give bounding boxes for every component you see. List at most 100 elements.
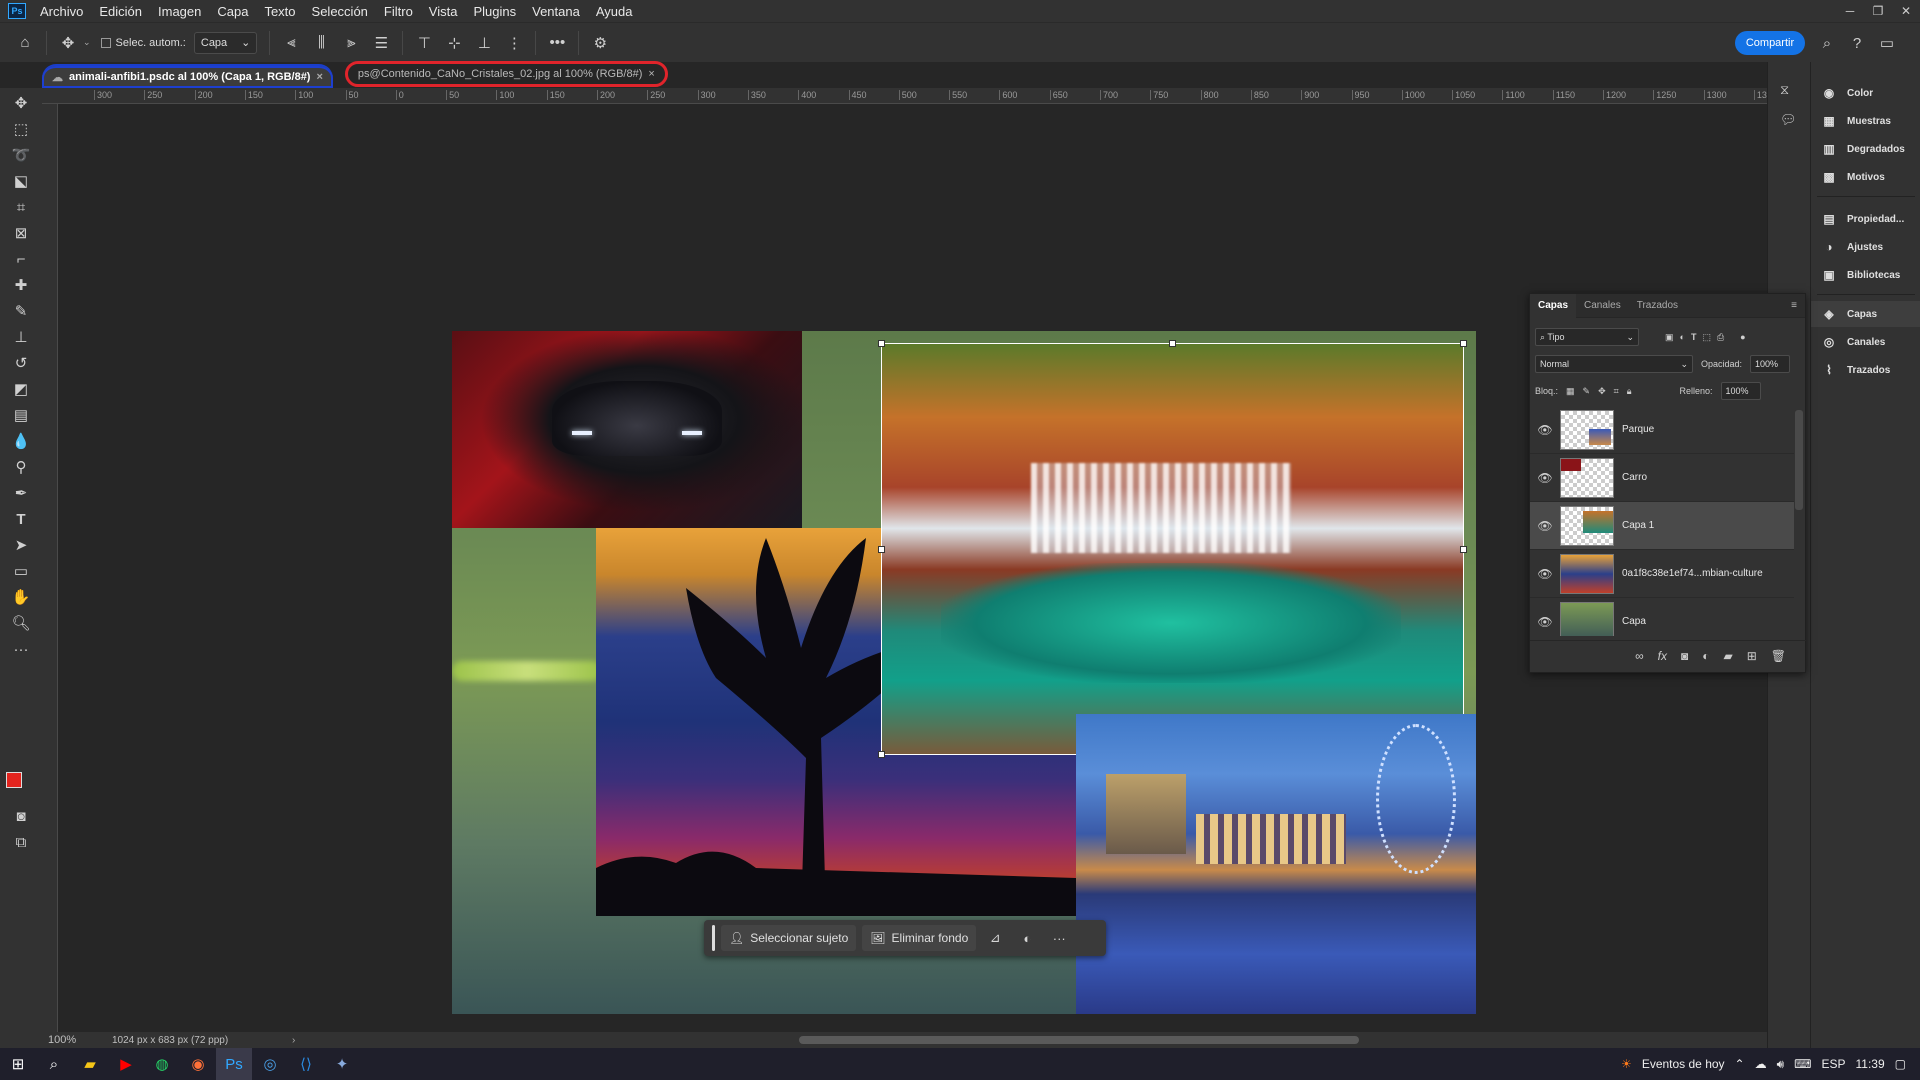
distribute-vertical-icon[interactable]: ⋮: [499, 30, 529, 56]
new-group-icon[interactable]: ▰: [1723, 649, 1732, 663]
menu-seleccion[interactable]: Selección: [304, 4, 376, 19]
screen-mode-icon[interactable]: ⧉: [6, 829, 36, 855]
transform-handle[interactable]: [878, 340, 885, 347]
layers-scrollbar[interactable]: [1795, 410, 1803, 510]
adjustment-icon[interactable]: ◐: [1014, 925, 1040, 951]
history-icon[interactable]: ⧖: [1780, 82, 1789, 98]
move-tool-preset-icon[interactable]: ✥: [53, 30, 83, 56]
chevron-down-icon[interactable]: ⌄: [83, 37, 91, 48]
stamp-tool-icon[interactable]: ⊥: [6, 324, 36, 350]
select-subject-button[interactable]: 👤︎ Seleccionar sujeto: [721, 925, 857, 951]
panel-layers[interactable]: ◈ Capas: [1811, 301, 1920, 327]
lock-image-icon[interactable]: ✎: [1583, 386, 1591, 397]
type-tool-icon[interactable]: T: [6, 506, 36, 532]
lock-all-icon[interactable]: 🔒︎: [1627, 386, 1632, 397]
filter-smart-object-icon[interactable]: ⎙: [1717, 332, 1724, 343]
align-right-icon[interactable]: ⫸: [336, 30, 366, 56]
browser-icon[interactable]: ◎: [252, 1048, 288, 1080]
workspace-icon[interactable]: ▭: [1872, 30, 1902, 56]
file-explorer-icon[interactable]: ▰: [72, 1048, 108, 1080]
more-options-icon[interactable]: •••: [542, 30, 572, 56]
opacity-input[interactable]: 100%: [1750, 355, 1791, 373]
minimize-icon[interactable]: ─: [1836, 0, 1864, 22]
lock-artboard-icon[interactable]: ⌗: [1614, 386, 1619, 397]
align-top-icon[interactable]: ⊤: [409, 30, 439, 56]
auto-select-checkbox[interactable]: [100, 37, 111, 48]
close-icon[interactable]: ✕: [1892, 0, 1920, 22]
frame-tool-icon[interactable]: ⊠: [6, 220, 36, 246]
eraser-tool-icon[interactable]: ◩: [6, 376, 36, 402]
notifications-icon[interactable]: ▢: [1895, 1057, 1906, 1071]
blend-mode-dropdown[interactable]: Normal ⌄: [1535, 355, 1693, 373]
align-left-icon[interactable]: ⫷: [276, 30, 306, 56]
search-icon[interactable]: ⌕: [1812, 30, 1842, 56]
gradient-tool-icon[interactable]: ▤: [6, 402, 36, 428]
whatsapp-icon[interactable]: ◍: [144, 1048, 180, 1080]
search-icon[interactable]: ⌕: [36, 1048, 72, 1080]
panel-color[interactable]: ◉ Color: [1811, 80, 1920, 106]
chevron-up-icon[interactable]: ⌃: [1735, 1057, 1745, 1071]
healing-brush-icon[interactable]: ✚: [6, 272, 36, 298]
vscode-icon[interactable]: ⟨⟩: [288, 1048, 324, 1080]
move-tool-icon[interactable]: ✥: [6, 90, 36, 116]
menu-texto[interactable]: Texto: [256, 4, 303, 19]
youtube-icon[interactable]: ▶: [108, 1048, 144, 1080]
tab-capas[interactable]: Capas: [1530, 293, 1577, 318]
path-select-icon[interactable]: ➤: [6, 532, 36, 558]
tab-contenido-cano-cristales[interactable]: ps@Contenido_CaNo_Cristales_02.jpg al 10…: [344, 61, 668, 87]
panel-menu-icon[interactable]: ≡: [1791, 300, 1805, 311]
lock-position-icon[interactable]: ✥: [1598, 386, 1606, 397]
filter-adjustment-icon[interactable]: ◐: [1680, 332, 1685, 342]
marquee-tool-icon[interactable]: ⬚: [6, 116, 36, 142]
blur-tool-icon[interactable]: 💧: [6, 428, 36, 454]
windows-start-icon[interactable]: ⊞: [0, 1048, 36, 1080]
canvas-area[interactable]: [59, 104, 1767, 1032]
brush-tool-icon[interactable]: ✎: [6, 298, 36, 324]
chevron-right-icon[interactable]: ›: [292, 1035, 295, 1046]
auto-select-dropdown[interactable]: Capa ⌄: [193, 31, 258, 54]
link-layers-icon[interactable]: ∞: [1635, 649, 1644, 663]
crop-tool-icon[interactable]: ⌗: [6, 194, 36, 220]
menu-ayuda[interactable]: Ayuda: [588, 4, 641, 19]
visibility-eye-icon[interactable]: 👁︎: [1530, 471, 1560, 485]
tab-canales[interactable]: Canales: [1576, 294, 1629, 318]
align-center-icon[interactable]: ⫼: [306, 30, 336, 56]
transform-handle[interactable]: [1460, 546, 1467, 553]
firefox-icon[interactable]: ◉: [180, 1048, 216, 1080]
menu-ventana[interactable]: Ventana: [524, 4, 588, 19]
history-brush-icon[interactable]: ↺: [6, 350, 36, 376]
panel-gradients[interactable]: ▥ Degradados: [1811, 136, 1920, 162]
panel-patterns[interactable]: ▩ Motivos: [1811, 164, 1920, 190]
pen-tool-icon[interactable]: ✒: [6, 480, 36, 506]
drag-handle[interactable]: [712, 925, 715, 951]
more-tools-icon[interactable]: ···: [6, 636, 36, 662]
transform-handle[interactable]: [1460, 340, 1467, 347]
layer-row-capa[interactable]: 👁︎ Capa: [1530, 598, 1794, 636]
volume-icon[interactable]: 🔊︎: [1777, 1057, 1785, 1072]
more-options-icon[interactable]: ···: [1046, 925, 1072, 951]
visibility-eye-icon[interactable]: 👁︎: [1530, 423, 1560, 437]
eyedropper-tool-icon[interactable]: ⌐: [6, 246, 36, 272]
visibility-eye-icon[interactable]: 👁︎: [1530, 519, 1560, 533]
trash-icon[interactable]: 🗑︎: [1771, 649, 1786, 663]
panel-swatches[interactable]: ▦ Muestras: [1811, 108, 1920, 134]
horizontal-scrollbar[interactable]: [799, 1036, 1359, 1044]
document-canvas[interactable]: [452, 331, 1476, 1014]
transform-bounding-box[interactable]: [878, 340, 1467, 758]
quick-mask-icon[interactable]: ◙: [6, 803, 36, 829]
layer-row-culture[interactable]: 👁︎ 0a1f8c38e1ef74...mbian-culture: [1530, 550, 1794, 598]
visibility-eye-icon[interactable]: 👁︎: [1530, 567, 1560, 581]
tab-trazados[interactable]: Trazados: [1629, 294, 1686, 318]
filter-shape-icon[interactable]: ⬚: [1702, 332, 1711, 343]
filter-pixel-icon[interactable]: ▣: [1665, 332, 1674, 343]
events-label[interactable]: Eventos de hoy: [1642, 1057, 1725, 1071]
weather-icon[interactable]: ☀: [1621, 1057, 1632, 1071]
panel-paths[interactable]: ⌇ Trazados: [1811, 357, 1920, 383]
distribute-icon[interactable]: ☰: [366, 30, 396, 56]
comment-icon[interactable]: 💬︎: [1780, 112, 1797, 128]
menu-edicion[interactable]: Edición: [91, 4, 150, 19]
fill-input[interactable]: 100%: [1720, 382, 1761, 400]
zoom-tool-icon[interactable]: 🔍︎: [6, 610, 36, 636]
transform-handle[interactable]: [878, 751, 885, 758]
object-select-tool-icon[interactable]: ⬕: [6, 168, 36, 194]
